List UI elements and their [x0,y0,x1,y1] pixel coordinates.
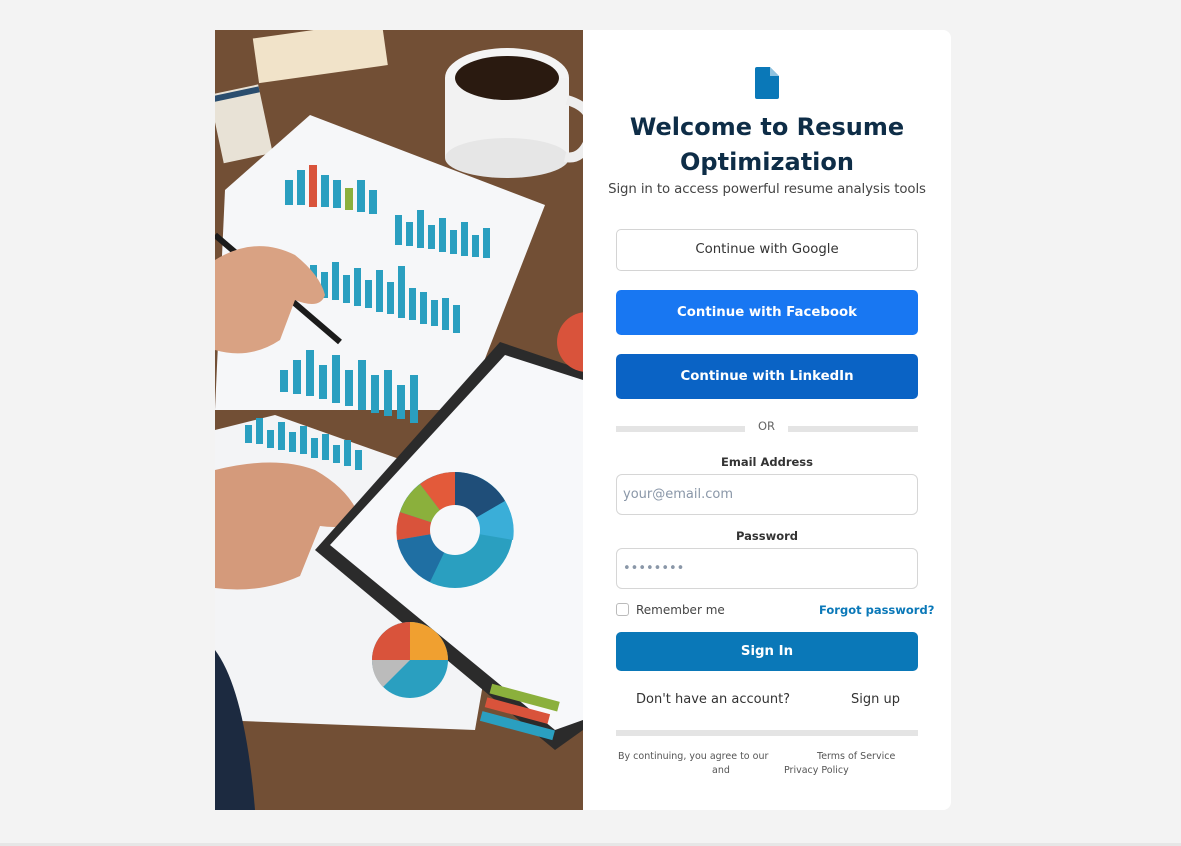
remember-me-label: Remember me [636,603,725,617]
login-panel: Welcome to Resume Optimization Sign in t… [583,30,951,810]
email-label: Email Address [720,455,813,469]
legal-and-text: and [712,765,730,776]
password-field[interactable] [616,548,918,589]
hero-image [215,30,583,810]
sign-up-link[interactable]: Sign up [851,692,900,707]
page-title: Welcome to Resume Optimization [629,113,905,176]
page-subtitle: Sign in to access powerful resume analys… [608,182,926,197]
login-card: Welcome to Resume Optimization Sign in t… [215,30,951,810]
forgot-password-link[interactable]: Forgot password? [819,603,934,617]
email-field[interactable] [616,474,918,515]
terms-of-service-link[interactable]: Terms of Service [817,751,895,762]
sign-in-button[interactable]: Sign In [616,632,918,671]
divider-or-text: OR [757,419,776,433]
footer-separator [616,730,918,736]
google-login-button[interactable]: Continue with Google [616,229,918,271]
linkedin-login-button[interactable]: Continue with LinkedIn [616,354,918,399]
divider-line-right [788,426,918,432]
no-account-text: Don't have an account? [636,692,791,707]
facebook-login-button[interactable]: Continue with Facebook [616,290,918,335]
legal-prefix-text: By continuing, you agree to our [618,751,769,762]
password-label: Password [736,529,798,543]
privacy-policy-link[interactable]: Privacy Policy [784,765,849,776]
remember-me-checkbox[interactable] [616,603,629,616]
document-icon [755,67,779,99]
divider-line-left [616,426,745,432]
